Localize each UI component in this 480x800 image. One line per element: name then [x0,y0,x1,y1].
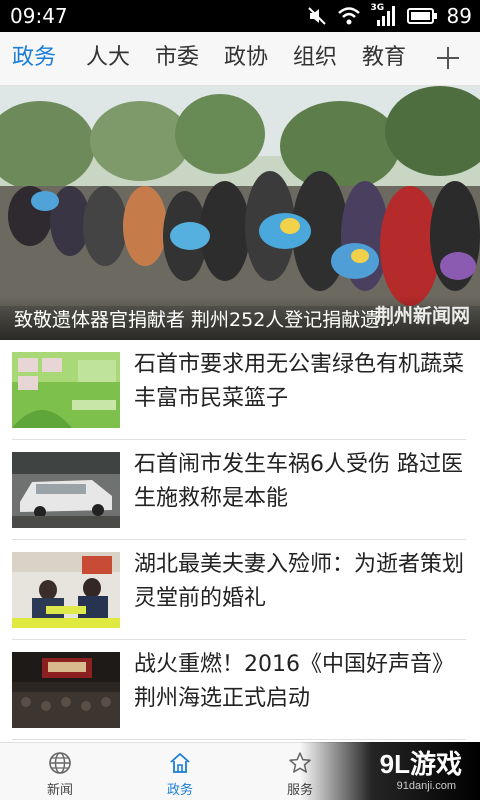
hero-watermark: 荆州新闻网 [374,305,470,327]
home-icon [170,753,190,773]
tab-shiwei[interactable]: 市委 [155,42,199,74]
status-time: 09:47 [10,4,68,28]
news-item[interactable]: 石首闹市发生车祸6人受伤 路过医生施救称是本能 [12,440,466,540]
tab-renda[interactable]: 人大 [86,42,130,74]
status-icons: 3G 89 [307,3,472,28]
nav-government[interactable]: 政务 [140,743,220,800]
channel-tabs: 政务 人大 市委 政协 组织 教育 [0,32,480,86]
add-channel-icon[interactable] [434,40,462,76]
status-bar: 09:47 3G 89 [0,0,480,32]
battery-level: 89 [446,4,472,28]
corner-site: 91danji.com [396,780,456,792]
corner-brand: 9L游戏 [379,749,462,779]
nav-news-label: 新闻 [46,783,73,798]
news-item[interactable]: 湖北最美夫妻入殓师：为逝者策划灵堂前的婚礼 [12,540,466,640]
nav-government-label: 政务 [166,783,193,798]
news-thumbnail [12,452,120,528]
tab-zhengwu[interactable]: 政务 [12,42,56,74]
news-title: 战火重燃！2016《中国好声音》荆州海选正式启动 [134,652,454,711]
news-title: 湖北最美夫妻入殓师：为逝者策划灵堂前的婚礼 [134,552,465,611]
news-title: 石首市要求用无公害绿色有机蔬菜丰富市民菜篮子 [134,352,465,411]
tab-zuzhi[interactable]: 组织 [293,42,337,74]
corner-logo: 9L游戏 91danji.com [300,742,480,800]
tab-zhengxie[interactable]: 政协 [224,42,268,74]
news-item[interactable]: 战火重燃！2016《中国好声音》荆州海选正式启动 [12,640,466,740]
globe-icon [49,752,71,774]
mute-icon [307,7,326,25]
news-thumbnail [12,352,120,428]
news-title: 石首闹市发生车祸6人受伤 路过医生施救称是本能 [134,452,463,511]
battery-icon [406,8,437,24]
news-thumbnail [12,652,120,728]
news-thumbnail [12,552,120,628]
news-item[interactable]: 石首市要求用无公害绿色有机蔬菜丰富市民菜篮子 [12,340,466,440]
hero-caption: 致敬遗体器官捐献者 荆州252人登记捐献遗... [14,309,394,331]
nav-news[interactable]: 新闻 [20,743,100,800]
wifi-icon [337,7,360,25]
signal-icon: 3G [371,3,397,27]
hero-banner[interactable]: 致敬遗体器官捐献者 荆州252人登记捐献遗... 荆州新闻网 [0,86,480,340]
tab-jiaoyu[interactable]: 教育 [362,42,406,74]
